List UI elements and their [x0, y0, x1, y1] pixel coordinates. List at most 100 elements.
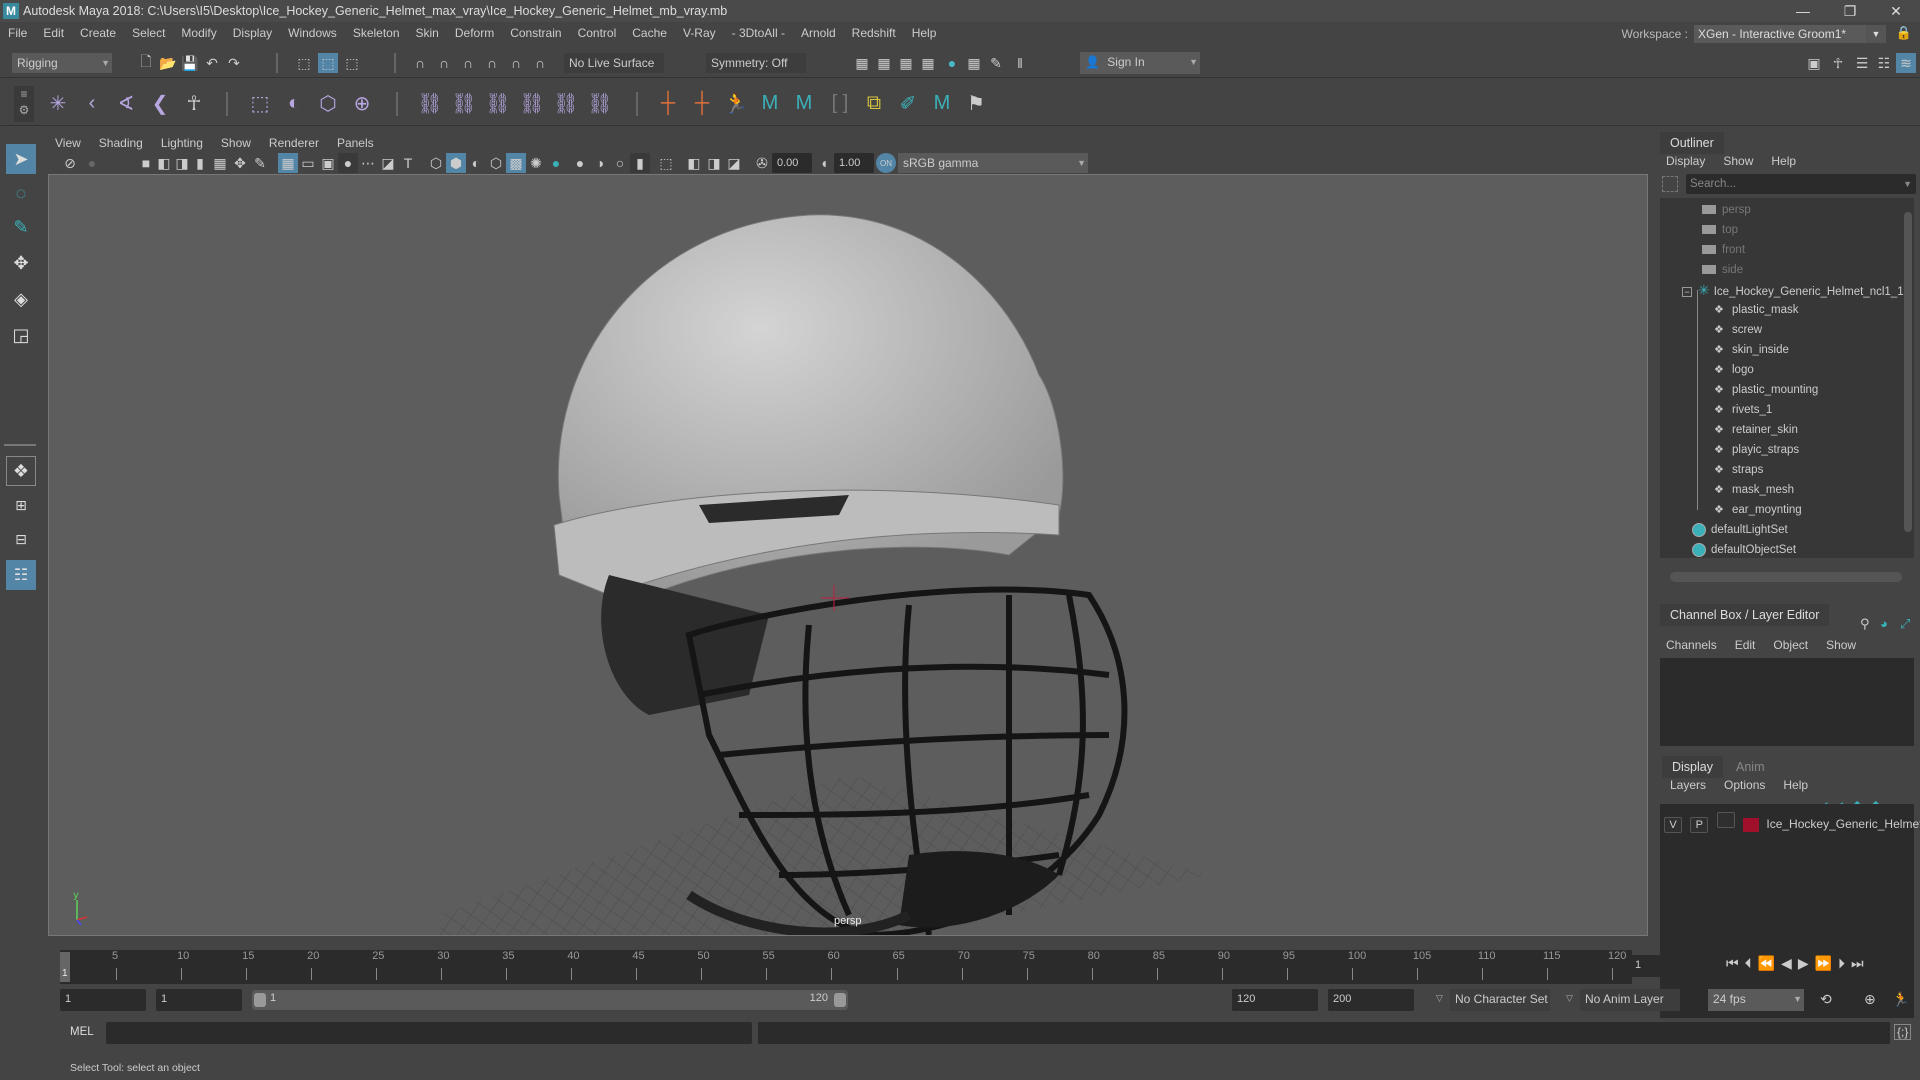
gate-mask-icon[interactable]: ● — [338, 153, 358, 173]
menu-display[interactable]: Display — [225, 26, 280, 40]
snap-view-icon[interactable]: ∩ — [482, 53, 502, 73]
save-scene-icon[interactable]: 💾 — [180, 53, 200, 73]
motion-trail-icon[interactable]: M — [756, 89, 784, 117]
list-item[interactable]: persp — [1702, 200, 1751, 220]
orient-constraint-icon[interactable]: ⛓ — [484, 89, 512, 117]
xray-components-icon[interactable]: ◪ — [724, 153, 744, 173]
tool-settings-icon[interactable]: ☷ — [1874, 53, 1894, 73]
2d-pan-icon[interactable]: ✥ — [230, 153, 250, 173]
anti-aliasing-icon[interactable]: ○ — [610, 153, 630, 173]
ik-handle-icon[interactable]: ‹ — [78, 89, 106, 117]
snap-grid-icon[interactable]: ∩ — [410, 53, 430, 73]
menu-select[interactable]: Select — [124, 26, 173, 40]
ipr-render-icon[interactable]: ▦ — [896, 53, 916, 73]
layer-row[interactable]: V P Ice_Hockey_Generic_Helmet — [1664, 812, 1920, 833]
symmetry-dropdown[interactable]: Symmetry: Off — [706, 53, 806, 73]
ik-spline-icon[interactable]: ∢ — [112, 89, 140, 117]
list-item[interactable]: defaultObjectSet — [1692, 540, 1796, 560]
human-ik-icon[interactable]: ☥ — [1828, 53, 1848, 73]
grid-icon[interactable]: ▦ — [210, 153, 230, 173]
chevron-down-icon[interactable]: ▽ — [1566, 993, 1573, 1004]
current-frame-field[interactable]: 1 — [1630, 955, 1720, 977]
aim-constraint-icon[interactable]: ⛓ — [552, 89, 580, 117]
rotate-icon[interactable]: ◕ — [1880, 616, 1888, 631]
list-item[interactable]: ❖ straps — [1714, 460, 1763, 480]
viewport-menu-view[interactable]: View — [46, 136, 90, 150]
humanik-icon[interactable]: ☥ — [180, 89, 208, 117]
ghost-icon[interactable]: M — [928, 89, 956, 117]
vray-render-icon[interactable]: ▦ — [964, 53, 984, 73]
collapse-icon[interactable]: − — [1682, 287, 1692, 297]
anim-layer-field[interactable]: No Anim Layer — [1580, 989, 1680, 1011]
render-settings-icon[interactable]: ▦ — [852, 53, 872, 73]
shadows-icon[interactable]: ● — [546, 153, 566, 173]
layer-visibility-toggle[interactable]: V — [1664, 817, 1682, 833]
channel-menu-edit[interactable]: Edit — [1735, 638, 1756, 652]
viewport-menu-renderer[interactable]: Renderer — [260, 136, 328, 150]
menu-file[interactable]: File — [0, 26, 35, 40]
play-backward-icon[interactable]: ◀ — [1781, 955, 1792, 972]
gamma-field[interactable]: 1.00 — [834, 153, 874, 173]
menu-skeleton[interactable]: Skeleton — [345, 26, 408, 40]
wrap-icon[interactable]: ⬡ — [314, 89, 342, 117]
layer-tab-anim[interactable]: Anim — [1726, 756, 1775, 778]
camera-icon[interactable]: ■ — [136, 153, 156, 173]
sign-in-dropdown[interactable]: 👤 Sign In ▼ — [1080, 52, 1200, 74]
snap-curve-icon[interactable]: ∩ — [434, 53, 454, 73]
vray-ipr-icon[interactable]: ✎ — [986, 53, 1006, 73]
open-scene-icon[interactable]: 📂 — [158, 53, 178, 73]
animation-end-field[interactable]: 200 — [1328, 989, 1414, 1011]
list-item[interactable]: ❖ rivets_1 — [1714, 400, 1772, 420]
list-item[interactable]: top — [1702, 220, 1738, 240]
character-set-field[interactable]: No Character Set — [1450, 989, 1550, 1011]
parent-constraint-icon[interactable]: ⛓ — [416, 89, 444, 117]
exposure-icon[interactable]: ✇ — [752, 153, 772, 173]
workspace-dropdown[interactable]: XGen - Interactive Groom1* ▼ — [1694, 25, 1886, 43]
scale-icon[interactable]: ⤢ — [1900, 616, 1910, 632]
fps-dropdown[interactable]: 24 fps ▼ — [1708, 989, 1804, 1011]
viewport-menu-shading[interactable]: Shading — [90, 136, 152, 150]
layer-display-type-toggle[interactable] — [1716, 812, 1735, 828]
range-slider[interactable]: 1 120 — [252, 990, 848, 1010]
menu-redshift[interactable]: Redshift — [844, 26, 904, 40]
select-camera-icon[interactable]: ⊘ — [60, 153, 80, 173]
list-item[interactable]: ❖ plastic_mounting — [1714, 380, 1818, 400]
list-item[interactable]: ❖ mask_mesh — [1714, 480, 1794, 500]
animation-start-field[interactable]: 1 — [60, 989, 146, 1011]
menu-edit[interactable]: Edit — [35, 26, 72, 40]
hypershade-icon[interactable]: ● — [942, 53, 962, 73]
menu-vray[interactable]: V-Ray — [675, 26, 724, 40]
set-key-icon[interactable]: ┼ — [654, 89, 682, 117]
camera-attributes-icon[interactable]: ● — [82, 153, 102, 173]
textured-icon[interactable]: ▩ — [506, 153, 526, 173]
channel-menu-channels[interactable]: Channels — [1666, 638, 1717, 652]
rotate-tool-icon[interactable]: ◈ — [6, 284, 36, 314]
resolution-gate-icon[interactable]: ▣ — [318, 153, 338, 173]
snap-point-icon[interactable]: ∩ — [458, 53, 478, 73]
cluster-icon[interactable]: ⬚ — [246, 89, 274, 117]
motion-blur-icon[interactable]: ◑ — [590, 153, 610, 173]
layer-menu-help[interactable]: Help — [1783, 778, 1808, 792]
go-to-end-icon[interactable]: ⏭ — [1851, 955, 1864, 972]
range-end-handle[interactable] — [834, 993, 846, 1007]
smooth-shade-icon[interactable]: ⬢ — [446, 153, 466, 173]
prev-key-icon[interactable]: ⏪ — [1758, 955, 1775, 972]
loop-icon[interactable]: ⟲ — [1820, 991, 1832, 1008]
empty-slot-icon[interactable]: [ ] — [826, 89, 854, 117]
layer-tab-display[interactable]: Display — [1662, 756, 1723, 778]
point-constraint-icon[interactable]: ⛓ — [450, 89, 478, 117]
motion-path-icon[interactable]: M — [790, 89, 818, 117]
list-item[interactable]: ❖ plastic_mask — [1714, 300, 1798, 320]
color-space-dropdown[interactable]: sRGB gamma ▼ — [898, 153, 1088, 173]
minimize-button[interactable]: — — [1780, 0, 1826, 22]
chevron-down-icon[interactable]: ▽ — [1436, 993, 1443, 1004]
layer-color-swatch[interactable] — [1743, 817, 1760, 832]
viewport-menu-panels[interactable]: Panels — [328, 136, 383, 150]
new-scene-icon[interactable]: 🗋 — [136, 53, 156, 73]
list-item[interactable]: ❖ ear_moynting — [1714, 500, 1802, 520]
modeling-toolkit-icon[interactable]: ▣ — [1804, 53, 1824, 73]
bookmark-add-icon[interactable]: ⚑ — [962, 89, 990, 117]
list-item[interactable]: ❖ retainer_skin — [1714, 420, 1798, 440]
isolate-select-icon[interactable]: ⬚ — [656, 153, 676, 173]
scale-constraint-icon[interactable]: ⛓ — [518, 89, 546, 117]
